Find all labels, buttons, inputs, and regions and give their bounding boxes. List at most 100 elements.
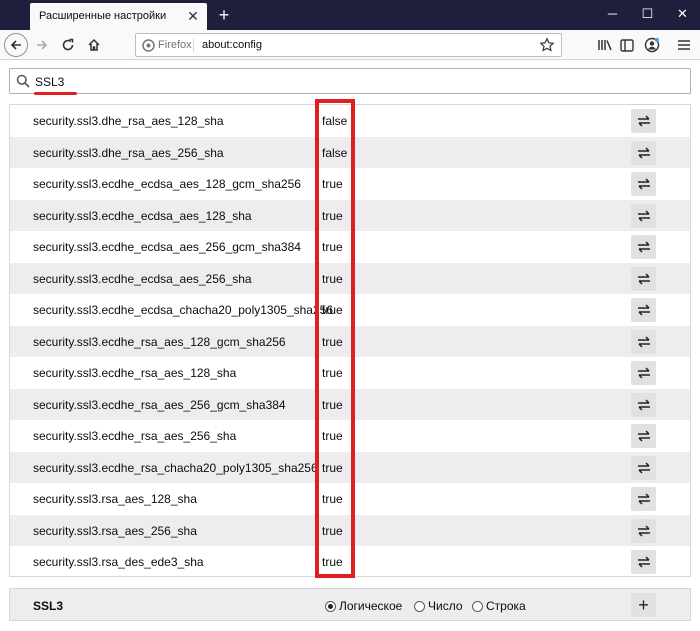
- toggle-button[interactable]: [631, 361, 656, 385]
- toggle-button[interactable]: [631, 455, 656, 480]
- preference-row[interactable]: security.ssl3.ecdhe_ecdsa_aes_128_sha tru…: [10, 199, 690, 231]
- preference-value: true: [322, 397, 343, 412]
- toggle-icon: [637, 430, 650, 442]
- toggle-icon: [637, 461, 650, 474]
- preference-name: security.ssl3.ecdhe_ecdsa_aes_256_sha: [33, 271, 252, 286]
- preference-row[interactable]: security.ssl3.ecdhe_rsa_chacha20_poly130…: [10, 451, 690, 483]
- preference-name: security.ssl3.ecdhe_ecdsa_aes_128_sha: [33, 208, 252, 223]
- toggle-icon: [637, 524, 650, 537]
- preference-value: false: [322, 145, 348, 160]
- preference-value: true: [322, 271, 343, 286]
- url-bar[interactable]: Firefox about:config: [135, 33, 562, 57]
- sidebar-button[interactable]: [615, 33, 639, 57]
- preference-row[interactable]: security.ssl3.ecdhe_rsa_aes_128_sha true: [10, 357, 690, 389]
- toggle-button[interactable]: [631, 109, 656, 133]
- close-window-button[interactable]: ✕: [665, 0, 700, 30]
- url-text[interactable]: about:config: [202, 39, 262, 51]
- preference-name: security.ssl3.dhe_rsa_aes_128_sha: [33, 114, 224, 128]
- toggle-icon: [637, 556, 650, 568]
- preference-row[interactable]: security.ssl3.ecdhe_ecdsa_chacha20_poly1…: [10, 294, 690, 326]
- reload-button[interactable]: [56, 33, 80, 57]
- identity-label: Firefox: [158, 39, 192, 51]
- radio-number[interactable]: Число: [414, 599, 463, 613]
- radio-dot[interactable]: [472, 600, 483, 612]
- tab-advanced-settings[interactable]: Расширенные настройки ✕: [30, 3, 207, 30]
- preference-name: security.ssl3.ecdhe_rsa_aes_128_sha: [33, 366, 237, 380]
- toggle-button[interactable]: [631, 424, 656, 448]
- toggle-icon: [637, 493, 650, 505]
- preference-name: security.ssl3.ecdhe_rsa_chacha20_poly130…: [33, 460, 318, 475]
- toggle-button[interactable]: [631, 550, 656, 574]
- preference-name: security.ssl3.rsa_aes_128_sha: [33, 492, 197, 506]
- home-button[interactable]: [82, 33, 106, 57]
- toggle-button[interactable]: [631, 172, 656, 196]
- preference-value: true: [322, 523, 343, 538]
- toggle-button[interactable]: [631, 266, 656, 291]
- preference-value: false: [322, 114, 348, 128]
- preference-value: true: [322, 177, 343, 191]
- account-button[interactable]: [640, 33, 664, 57]
- radio-dot[interactable]: [325, 600, 336, 612]
- toggle-button[interactable]: [631, 140, 656, 165]
- toggle-button[interactable]: [631, 203, 656, 228]
- preference-row[interactable]: security.ssl3.ecdhe_ecdsa_aes_256_gcm_sh…: [10, 231, 690, 263]
- preference-row[interactable]: security.ssl3.ecdhe_rsa_aes_256_gcm_sha3…: [10, 388, 690, 420]
- preference-name: security.ssl3.ecdhe_ecdsa_chacha20_poly1…: [33, 303, 333, 317]
- menu-icon: [678, 40, 690, 50]
- preference-value: true: [322, 240, 343, 254]
- toggle-icon: [637, 209, 650, 222]
- toggle-icon: [637, 398, 650, 411]
- url-separator: [193, 38, 194, 52]
- preference-name: security.ssl3.ecdhe_rsa_aes_256_gcm_sha3…: [33, 397, 286, 412]
- toggle-button[interactable]: [631, 329, 656, 354]
- back-button[interactable]: [4, 33, 28, 57]
- toggle-icon: [637, 335, 650, 348]
- search-field[interactable]: SSL3: [9, 68, 691, 94]
- search-highlight-underline: [34, 92, 77, 95]
- toggle-icon: [637, 367, 650, 379]
- star-icon[interactable]: [539, 37, 555, 53]
- preference-row[interactable]: security.ssl3.dhe_rsa_aes_128_sha false: [10, 105, 690, 137]
- tab-close-icon[interactable]: ✕: [185, 8, 201, 24]
- menu-button[interactable]: [672, 33, 696, 57]
- title-bar: Расширенные настройки ✕ + ─ ☐ ✕: [0, 0, 700, 30]
- preference-value: true: [322, 208, 343, 223]
- toggle-button[interactable]: [631, 235, 656, 259]
- preference-value: true: [322, 303, 343, 317]
- preference-row[interactable]: security.ssl3.ecdhe_ecdsa_aes_256_sha tru…: [10, 262, 690, 294]
- preferences-table: security.ssl3.dhe_rsa_aes_128_sha false se…: [9, 104, 691, 577]
- radio-dot[interactable]: [414, 600, 425, 612]
- radio-string[interactable]: Строка: [472, 599, 526, 613]
- preference-row[interactable]: security.ssl3.ecdhe_ecdsa_aes_128_gcm_sh…: [10, 168, 690, 200]
- toggle-icon: [637, 241, 650, 253]
- preference-name: security.ssl3.rsa_des_ede3_sha: [33, 555, 204, 569]
- toggle-icon: [637, 304, 650, 316]
- preference-name: security.ssl3.rsa_aes_256_sha: [33, 523, 197, 538]
- new-tab-button[interactable]: +: [213, 4, 235, 26]
- radio-boolean[interactable]: Логическое: [325, 599, 402, 613]
- preference-row[interactable]: security.ssl3.rsa_aes_128_sha true: [10, 483, 690, 515]
- radio-label: Число: [428, 599, 463, 613]
- preference-value: true: [322, 555, 343, 569]
- sidebar-icon: [620, 38, 634, 52]
- toggle-button[interactable]: [631, 487, 656, 511]
- tab-title: Расширенные настройки: [39, 10, 167, 22]
- add-button[interactable]: +: [631, 593, 656, 617]
- preference-row[interactable]: security.ssl3.ecdhe_rsa_aes_128_gcm_sha2…: [10, 325, 690, 357]
- search-input[interactable]: SSL3: [35, 75, 64, 89]
- toggle-button[interactable]: [631, 518, 656, 543]
- minimize-button[interactable]: ─: [595, 0, 630, 30]
- preference-row[interactable]: security.ssl3.dhe_rsa_aes_256_sha false: [10, 136, 690, 168]
- preference-row[interactable]: security.ssl3.ecdhe_rsa_aes_256_sha true: [10, 420, 690, 452]
- preference-row[interactable]: security.ssl3.rsa_des_ede3_sha true: [10, 546, 690, 578]
- preference-value: true: [322, 429, 343, 443]
- preference-row[interactable]: security.ssl3.rsa_aes_256_sha true: [10, 514, 690, 546]
- forward-button[interactable]: [30, 33, 54, 57]
- toggle-button[interactable]: [631, 298, 656, 322]
- preference-name: security.ssl3.dhe_rsa_aes_256_sha: [33, 145, 224, 160]
- radio-label: Логическое: [339, 599, 403, 613]
- toggle-button[interactable]: [631, 392, 656, 417]
- maximize-button[interactable]: ☐: [630, 0, 665, 30]
- toggle-icon: [637, 178, 650, 190]
- library-button[interactable]: [593, 33, 617, 57]
